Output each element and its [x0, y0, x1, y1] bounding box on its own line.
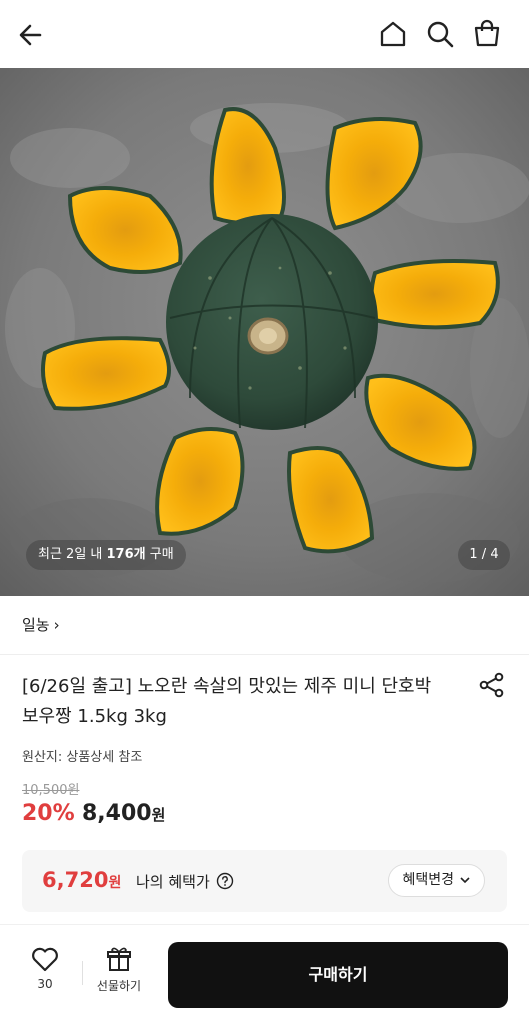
- change-benefit-button[interactable]: 혜택변경: [388, 864, 485, 897]
- benefit-price-unit: 원: [108, 875, 122, 891]
- home-icon: [380, 21, 406, 47]
- help-button[interactable]: [216, 872, 234, 890]
- sale-price-unit: 원: [151, 806, 166, 824]
- change-benefit-label: 혜택변경: [402, 872, 455, 888]
- like-count: 30: [37, 977, 53, 991]
- recent-purchase-badge: 최근 2일 내 176개 구매: [26, 540, 186, 570]
- benefit-price-value: 6,720: [42, 868, 109, 892]
- image-pager: 1 / 4: [458, 540, 510, 570]
- recent-purchase-count: 176개: [106, 547, 146, 562]
- top-bar: [0, 0, 529, 68]
- original-price: 10,500원: [22, 783, 80, 798]
- benefit-price: 6,720원: [42, 868, 121, 892]
- arrow-left-icon: [19, 24, 42, 46]
- discount-rate: 20%: [22, 801, 75, 826]
- origin-info: 원산지: 상품상세 참조: [22, 750, 143, 765]
- bottom-action-bar: 30 선물하기 구매하기: [0, 924, 529, 1024]
- buy-button[interactable]: 구매하기: [168, 942, 508, 1008]
- search-icon: [427, 21, 454, 48]
- share-button[interactable]: [478, 671, 506, 699]
- divider: [0, 654, 529, 655]
- seller-name: 일농: [22, 616, 50, 634]
- shopping-bag-button[interactable]: [471, 17, 503, 49]
- shopping-bag-icon: [474, 19, 500, 47]
- share-icon: [479, 672, 504, 698]
- heart-icon: [32, 947, 58, 972]
- product-title: [6/26일 출고] 노오란 속살의 맛있는 제주 미니 단호박 보우짱 1.5…: [22, 676, 432, 727]
- benefit-label: 나의 혜택가: [136, 873, 210, 891]
- like-button[interactable]: 30: [18, 945, 72, 1005]
- recent-purchase-prefix: 최근 2일 내: [38, 547, 107, 562]
- gift-icon: [107, 947, 131, 971]
- product-image[interactable]: [0, 68, 529, 596]
- divider: [82, 961, 83, 985]
- recent-purchase-suffix: 구매: [145, 547, 174, 562]
- search-button[interactable]: [424, 18, 456, 50]
- chevron-down-icon: [460, 877, 471, 884]
- seller-link[interactable]: 일농 ›: [22, 614, 60, 635]
- chevron-right-icon: ›: [53, 616, 60, 634]
- pumpkin-photo: [0, 68, 529, 596]
- question-circle-icon: [216, 872, 234, 890]
- gift-label: 선물하기: [96, 979, 142, 993]
- gift-button[interactable]: 선물하기: [90, 945, 148, 1005]
- benefit-box: 6,720원 나의 혜택가 혜택변경: [22, 850, 507, 912]
- home-button[interactable]: [377, 18, 409, 50]
- sale-price: 8,400원: [82, 801, 165, 826]
- back-button[interactable]: [14, 18, 48, 52]
- sale-price-value: 8,400: [82, 801, 152, 826]
